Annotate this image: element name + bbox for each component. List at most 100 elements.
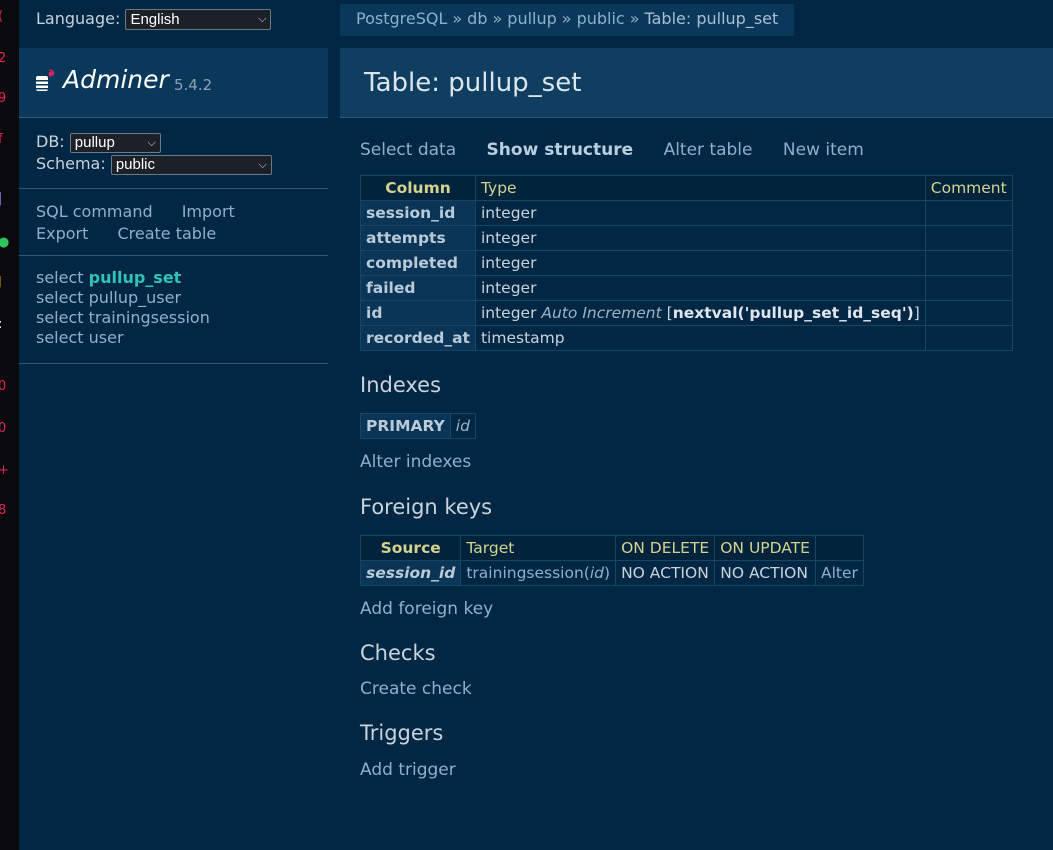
- import-link[interactable]: Import: [182, 202, 235, 221]
- foreign-keys-table: Source Target ON DELETE ON UPDATE sessio…: [359, 535, 864, 586]
- column-name: failed: [360, 275, 476, 301]
- add-foreign-key-link[interactable]: Add foreign key: [360, 599, 493, 619]
- select-link[interactable]: select: [36, 268, 84, 287]
- schema-label: Schema:: [36, 154, 106, 173]
- sidebar: Language: English ⌵ Adminer 5.4.2 DB: pu…: [19, 0, 328, 850]
- app-version: 5.4.2: [174, 76, 213, 94]
- table-link-trainingsession[interactable]: trainingsession: [89, 308, 210, 327]
- table-list-item: select pullup_user: [36, 288, 210, 308]
- strip-glyph: 9: [0, 91, 7, 106]
- show-structure-link[interactable]: Show structure: [487, 140, 634, 160]
- foreign-keys-heading: Foreign keys: [360, 495, 493, 519]
- language-select[interactable]: English ⌵: [125, 9, 272, 30]
- fk-source: session_id: [359, 560, 462, 586]
- column-type: integer: [474, 225, 926, 251]
- language-row: Language: English ⌵: [36, 9, 272, 30]
- type-header: Type: [474, 175, 926, 201]
- fk-target-link[interactable]: trainingsession(id): [466, 564, 610, 582]
- indexes-heading: Indexes: [360, 373, 442, 397]
- alter-table-link[interactable]: Alter table: [664, 140, 753, 160]
- strip-glyph: f: [0, 132, 3, 147]
- schema-select[interactable]: public ⌵: [110, 154, 272, 175]
- table-row: failed integer: [360, 275, 1013, 301]
- column-name: attempts: [360, 225, 476, 251]
- column-type: integer: [480, 304, 537, 322]
- table-link-pullup-set[interactable]: pullup_set: [89, 268, 182, 287]
- language-label: Language:: [36, 9, 121, 28]
- select-link[interactable]: select: [36, 288, 84, 307]
- fk-target-table: trainingsession: [466, 564, 584, 582]
- table-list-item: select pullup_set: [36, 268, 210, 288]
- index-kind: PRIMARY: [360, 413, 451, 439]
- alter-indexes-link[interactable]: Alter indexes: [360, 452, 471, 472]
- page-title: Table: pullup_set: [364, 68, 582, 98]
- db-selector: DB: pullup ⌵ Schema: public ⌵: [36, 131, 272, 175]
- comment-header: Comment: [924, 175, 1013, 201]
- fk-alter-link[interactable]: Alter: [821, 564, 858, 582]
- chevron-down-icon: ⌵: [258, 158, 267, 171]
- sql-command-link[interactable]: SQL command: [36, 202, 153, 221]
- select-link[interactable]: select: [36, 308, 84, 327]
- export-link[interactable]: Export: [36, 224, 88, 243]
- breadcrumb-driver-link[interactable]: PostgreSQL: [356, 9, 447, 28]
- main-content: Table: pullup_set Select data Show struc…: [340, 48, 1053, 780]
- schema-row: Schema: public ⌵: [36, 153, 272, 175]
- column-header: Column: [360, 175, 476, 201]
- database-icon[interactable]: [35, 69, 55, 93]
- select-link[interactable]: select: [36, 328, 84, 347]
- command-links: SQL command Import Export Create table: [36, 201, 259, 245]
- table-link-user[interactable]: user: [89, 328, 124, 347]
- sidebar-divider: [19, 188, 328, 189]
- table-list: select pullup_set select pullup_user sel…: [36, 268, 210, 348]
- table-row: id integer Auto Increment [nextval('pull…: [360, 300, 1013, 326]
- table-row: completed integer: [360, 250, 1013, 276]
- column-name: completed: [360, 250, 476, 276]
- strip-glyph: 2: [0, 51, 7, 66]
- sidebar-divider: [19, 363, 328, 364]
- default-value: nextval('pullup_set_id_seq'): [672, 304, 914, 322]
- language-select-value: English: [130, 11, 180, 28]
- chevron-down-icon: ⌵: [147, 136, 156, 149]
- breadcrumb-schema-link[interactable]: public: [577, 9, 625, 28]
- sidebar-divider: [19, 255, 328, 256]
- column-type: integer: [474, 275, 926, 301]
- breadcrumb-db-link[interactable]: pullup: [507, 9, 556, 28]
- adminer-logo-link[interactable]: Adminer: [63, 65, 169, 94]
- fk-target: trainingsession(id): [460, 560, 617, 586]
- structure-table: Column Type Comment session_id integer a…: [360, 175, 1013, 351]
- strip-glyph: |: [0, 191, 3, 206]
- page-header: Table: pullup_set: [340, 48, 1053, 118]
- fk-on-delete: NO ACTION: [615, 560, 716, 586]
- table-row: session_id integer: [360, 200, 1013, 226]
- new-item-link[interactable]: New item: [783, 140, 864, 160]
- db-select[interactable]: pullup ⌵: [69, 132, 161, 153]
- default-bracket-close: ]: [913, 304, 920, 322]
- adjacent-window-strip: ( 2 9 f | ● J : 0 0 + 8: [0, 0, 19, 850]
- select-data-link[interactable]: Select data: [360, 140, 456, 160]
- add-trigger-link[interactable]: Add trigger: [360, 760, 456, 780]
- on-update-header: ON UPDATE: [714, 535, 816, 561]
- column-type: integer: [474, 250, 926, 276]
- column-name: session_id: [360, 200, 476, 226]
- create-check-link[interactable]: Create check: [360, 679, 472, 699]
- create-table-link[interactable]: Create table: [117, 224, 216, 243]
- column-comment: [924, 225, 1013, 251]
- db-label: DB:: [36, 132, 65, 151]
- table-row: recorded_at timestamp: [360, 325, 1013, 351]
- db-row: DB: pullup ⌵: [36, 131, 272, 153]
- strip-glyph: J: [0, 276, 2, 290]
- table-actions: Select data Show structure Alter table N…: [360, 140, 889, 160]
- table-header-row: Column Type Comment: [360, 175, 1013, 201]
- column-type: timestamp: [474, 325, 926, 351]
- table-row: attempts integer: [360, 225, 1013, 251]
- column-comment: [924, 275, 1013, 301]
- breadcrumb-separator: »: [629, 9, 640, 28]
- db-select-value: pullup: [74, 133, 115, 151]
- column-comment: [924, 300, 1013, 326]
- table-link-pullup-user[interactable]: pullup_user: [89, 288, 181, 307]
- strip-glyph: 0: [0, 421, 7, 436]
- breadcrumb-server-link[interactable]: db: [467, 9, 487, 28]
- column-comment: [924, 200, 1013, 226]
- column-type: integer: [474, 200, 926, 226]
- schema-select-value: public: [115, 155, 156, 173]
